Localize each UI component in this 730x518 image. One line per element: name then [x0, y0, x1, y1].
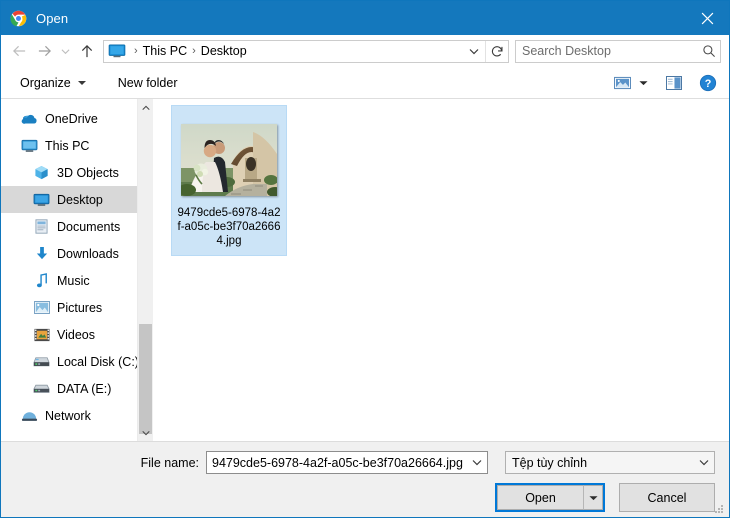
sidebar-item-downloads[interactable]: Downloads	[1, 240, 153, 267]
network-icon	[21, 408, 38, 424]
search-box[interactable]	[515, 39, 721, 63]
cancel-button[interactable]: Cancel	[619, 483, 715, 512]
close-icon[interactable]	[685, 1, 729, 35]
videos-icon	[33, 327, 50, 343]
chevron-down-icon	[77, 81, 86, 85]
svg-text:?: ?	[705, 78, 712, 90]
sidebar-item-label: Music	[57, 273, 90, 288]
sidebar-item-label: 3D Objects	[57, 165, 119, 180]
sidebar-item-label: Desktop	[57, 192, 103, 207]
scroll-down-icon[interactable]	[138, 424, 153, 441]
pictures-icon	[33, 300, 50, 316]
wedding-photo-thumbnail	[181, 124, 277, 196]
scroll-up-icon[interactable]	[138, 99, 153, 116]
sidebar-item-desktop[interactable]: Desktop	[1, 186, 153, 213]
chevron-down-icon[interactable]	[463, 41, 485, 62]
address-bar: › This PC › Desktop	[1, 35, 729, 68]
desktop-icon	[33, 192, 50, 208]
hard-drive-icon	[33, 381, 50, 397]
sidebar-item-label: Downloads	[57, 246, 119, 261]
forward-button[interactable]	[32, 39, 57, 63]
dialog-body: OneDrive This PC 3D Objects Desktop Docu…	[1, 99, 729, 441]
sidebar-item-label: DATA (E:)	[57, 381, 112, 396]
sidebar-item-label: This PC	[45, 138, 90, 153]
open-button-label: Open	[525, 490, 556, 505]
sidebar-item-onedrive[interactable]: OneDrive	[1, 105, 153, 132]
breadcrumb-item-this-pc[interactable]: This PC	[143, 44, 187, 58]
open-file-dialog: Open › This PC › Desktop Search Desktop …	[0, 0, 730, 518]
resize-grip[interactable]	[713, 502, 725, 514]
help-icon[interactable]: ?	[695, 72, 721, 94]
file-name-input[interactable]	[207, 455, 466, 470]
open-button[interactable]: Open	[497, 485, 583, 510]
sidebar-scrollbar[interactable]	[137, 99, 153, 441]
desktop-monitor-icon[interactable]	[108, 44, 126, 58]
breadcrumb[interactable]: › This PC › Desktop	[103, 39, 509, 63]
sidebar-item-data-e[interactable]: DATA (E:)	[1, 375, 153, 402]
sidebar-item-3d-objects[interactable]: 3D Objects	[1, 159, 153, 186]
search-input[interactable]	[516, 44, 698, 58]
dialog-footer: File name: Tệp tùy chỉnh	[1, 441, 729, 517]
chrome-icon	[10, 10, 27, 27]
back-button[interactable]	[7, 39, 32, 63]
sidebar-item-label: OneDrive	[45, 111, 98, 126]
title-bar: Open	[1, 1, 729, 35]
documents-icon	[33, 219, 50, 235]
organize-label: Organize	[20, 76, 71, 90]
file-type-filter-value: Tệp tùy chỉnh	[512, 455, 588, 470]
sidebar-item-label: Documents	[57, 219, 121, 234]
sidebar-item-local-disk-c[interactable]: Local Disk (C:)	[1, 348, 153, 375]
downloads-icon	[33, 246, 50, 262]
search-icon[interactable]	[698, 44, 720, 58]
file-name-row: File name: Tệp tùy chỉnh	[15, 451, 715, 474]
view-mode-dropdown-icon[interactable]	[635, 72, 652, 94]
preview-pane-icon[interactable]	[661, 72, 687, 94]
file-type-filter-combo[interactable]: Tệp tùy chỉnh	[505, 451, 715, 474]
file-name-combo[interactable]	[206, 451, 488, 474]
navigation-pane: OneDrive This PC 3D Objects Desktop Docu…	[1, 99, 153, 441]
view-mode-icon[interactable]	[609, 72, 635, 94]
3d-objects-icon	[33, 165, 50, 181]
sidebar-item-videos[interactable]: Videos	[1, 321, 153, 348]
breadcrumb-separator: ›	[134, 45, 138, 57]
breadcrumb-item-desktop[interactable]: Desktop	[201, 44, 247, 58]
music-note-icon	[33, 273, 50, 289]
window-title: Open	[36, 10, 69, 26]
refresh-icon[interactable]	[485, 40, 508, 62]
chevron-down-icon[interactable]	[466, 452, 487, 473]
sidebar-item-label: Local Disk (C:)	[57, 354, 139, 369]
chevron-down-icon[interactable]	[693, 452, 714, 473]
sidebar-item-this-pc[interactable]: This PC	[1, 132, 153, 159]
file-name-label: File name:	[140, 455, 199, 470]
sidebar-item-label: Videos	[57, 327, 95, 342]
toolbar: Organize New folder ?	[1, 68, 729, 99]
open-split-button[interactable]: Open	[495, 483, 605, 512]
sidebar-item-network[interactable]: Network	[1, 402, 153, 429]
sidebar-item-pictures[interactable]: Pictures	[1, 294, 153, 321]
recent-locations-icon[interactable]	[57, 39, 74, 63]
new-folder-label: New folder	[117, 76, 178, 90]
file-list-pane[interactable]: 9479cde5-6978-4a2f-a05c-be3f70a26664.jpg	[153, 99, 729, 441]
file-item-name: 9479cde5-6978-4a2f-a05c-be3f70a26664.jpg	[177, 207, 281, 247]
breadcrumb-separator-2: ›	[192, 45, 196, 57]
sidebar-item-documents[interactable]: Documents	[1, 213, 153, 240]
cancel-button-wrap: Cancel	[619, 483, 715, 512]
hard-drive-icon	[33, 354, 50, 370]
up-button[interactable]	[74, 39, 99, 63]
sidebar-item-label: Pictures	[57, 300, 103, 315]
scrollbar-thumb[interactable]	[139, 324, 152, 434]
organize-button[interactable]: Organize	[13, 73, 93, 93]
new-folder-button[interactable]: New folder	[111, 73, 185, 93]
sidebar-item-label: Network	[45, 408, 91, 423]
file-item[interactable]: 9479cde5-6978-4a2f-a05c-be3f70a26664.jpg	[171, 105, 287, 256]
this-pc-monitor-icon	[21, 138, 38, 154]
action-buttons-row: Open Cancel	[15, 483, 715, 512]
onedrive-cloud-icon	[21, 111, 38, 127]
open-dropdown-icon[interactable]	[583, 485, 603, 510]
sidebar-item-music[interactable]: Music	[1, 267, 153, 294]
